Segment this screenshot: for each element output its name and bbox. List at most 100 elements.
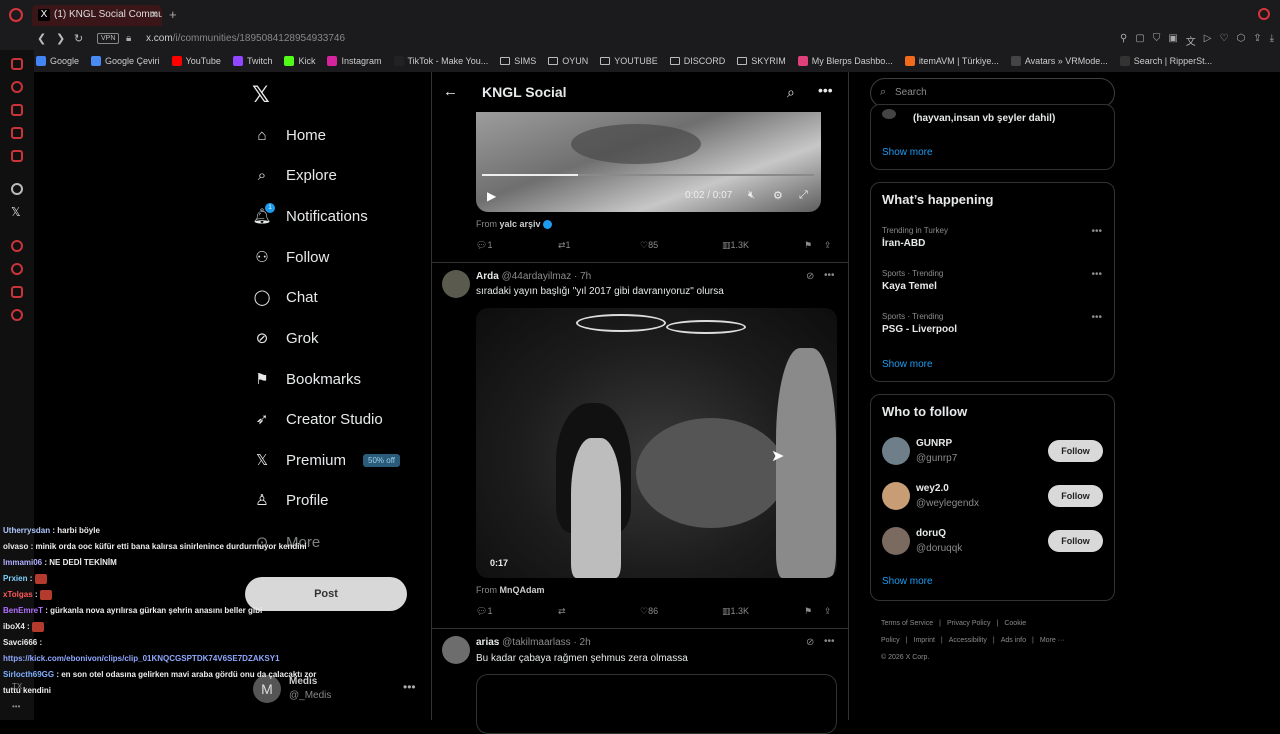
- bookmark-item[interactable]: SIMS: [500, 56, 536, 66]
- bookmark-item[interactable]: Instagram: [327, 56, 382, 66]
- snapshot-icon[interactable]: ▢: [1135, 33, 1144, 48]
- nav-item-notifications[interactable]: 🔔︎ 1 Notifications: [252, 201, 368, 231]
- views-button[interactable]: ▥ 1.3K: [722, 606, 749, 617]
- bookmark-item[interactable]: Search | RipperSt...: [1119, 56, 1212, 66]
- tweet1-source[interactable]: From yalc arşiv: [476, 219, 552, 230]
- user-name[interactable]: doruQ: [916, 528, 946, 539]
- footer-link[interactable]: Privacy Policy: [947, 620, 991, 627]
- url-field[interactable]: x.com/i/communities/1895084128954933746: [146, 33, 345, 44]
- tweet1-video[interactable]: [476, 112, 821, 212]
- show-more-link[interactable]: Show more: [882, 147, 933, 158]
- nav-item-grok[interactable]: ⊘ Grok: [253, 323, 319, 353]
- sidebar-app-icon[interactable]: [11, 81, 23, 93]
- tweet2-author[interactable]: Arda @44ardayilmaz · 7h: [476, 271, 591, 282]
- grok-icon[interactable]: ⊘: [806, 637, 814, 648]
- trend-name[interactable]: Kaya Temel: [882, 281, 937, 292]
- more-dots-icon[interactable]: •••: [824, 636, 835, 647]
- repost-button[interactable]: ⇄: [558, 606, 566, 617]
- new-tab-icon[interactable]: +: [169, 7, 177, 22]
- repost-button[interactable]: ⇄ 1: [558, 240, 571, 251]
- bookmark-item[interactable]: TikTok - Make You...: [393, 56, 488, 66]
- box-icon[interactable]: ▣: [1168, 33, 1177, 48]
- views-button[interactable]: ▥ 1.3K: [722, 240, 749, 251]
- tab-close-icon[interactable]: ✕: [150, 10, 158, 21]
- reply-button[interactable]: 💬︎ 1: [476, 240, 492, 251]
- trend-name[interactable]: İran-ABD: [882, 238, 925, 249]
- bookmark-icon[interactable]: ⚑: [804, 606, 812, 617]
- shield-icon[interactable]: ⛉: [1153, 33, 1161, 48]
- share-icon[interactable]: ⇪: [1253, 33, 1261, 48]
- trend-name[interactable]: PSG - Liverpool: [882, 324, 957, 335]
- back-icon[interactable]: ❮: [37, 32, 46, 45]
- history-icon[interactable]: [11, 263, 23, 275]
- bookmark-icon[interactable]: ⚑: [804, 240, 812, 251]
- follow-button[interactable]: Follow: [1048, 485, 1103, 507]
- avatar[interactable]: [882, 437, 910, 465]
- heart-icon[interactable]: ♡: [1219, 33, 1228, 48]
- avatar[interactable]: [882, 527, 910, 555]
- grok-icon[interactable]: ⊘: [806, 271, 814, 282]
- mute-icon[interactable]: 🔇︎: [748, 189, 755, 202]
- user-name[interactable]: wey2.0: [916, 483, 949, 494]
- avatar[interactable]: [882, 482, 910, 510]
- sidebar-app-icon[interactable]: [11, 58, 23, 70]
- tweet3-author[interactable]: arias @takilmaarlass · 2h: [476, 637, 591, 648]
- chat-link[interactable]: https://kick.com/ebonivon/clips/clip_01K…: [3, 654, 280, 663]
- search-icon[interactable]: ⌕: [787, 84, 795, 101]
- footer-link[interactable]: Imprint: [914, 637, 935, 644]
- like-button[interactable]: ♡ 86: [640, 606, 658, 617]
- sidebar-app-icon[interactable]: [11, 104, 23, 116]
- nav-item-explore[interactable]: ⌕ Explore: [253, 160, 337, 190]
- tweet2-source[interactable]: From MnQAdam: [476, 585, 545, 595]
- settings-icon[interactable]: [11, 309, 23, 321]
- follow-button[interactable]: Follow: [1048, 530, 1103, 552]
- bookmark-item[interactable]: DISCORD: [669, 56, 725, 66]
- more-dots-icon[interactable]: •••: [818, 82, 833, 98]
- pin-icon[interactable]: ⚲: [1120, 33, 1127, 48]
- share-icon[interactable]: ⇪: [824, 240, 832, 251]
- more-dots-icon[interactable]: •••: [1091, 269, 1102, 280]
- x-logo-icon[interactable]: 𝕏: [252, 82, 270, 108]
- nav-item-follow[interactable]: ⚇ Follow: [253, 242, 329, 272]
- video-settings-icon[interactable]: ⚙: [773, 189, 783, 202]
- bookmark-item[interactable]: Twitch: [232, 56, 272, 66]
- back-arrow-icon[interactable]: ←: [443, 83, 458, 100]
- more-dots-icon[interactable]: •••: [1091, 312, 1102, 323]
- translate-icon[interactable]: 文: [1186, 33, 1196, 48]
- sidebar-app-icon[interactable]: [11, 150, 23, 162]
- bookmark-item[interactable]: YouTube: [171, 56, 221, 66]
- footer-link[interactable]: More ···: [1040, 637, 1065, 644]
- lock-icon[interactable]: 🔒︎: [126, 33, 131, 44]
- user-name[interactable]: GUNRP: [916, 438, 952, 449]
- avatar[interactable]: [442, 270, 470, 298]
- search-tabs-icon[interactable]: [1258, 8, 1270, 20]
- fullscreen-icon[interactable]: ⤢: [799, 189, 808, 202]
- bookmark-item[interactable]: My Blerps Dashbo...: [797, 56, 893, 66]
- bookmark-item[interactable]: Google Çeviri: [91, 56, 160, 66]
- show-more-link[interactable]: Show more: [882, 576, 933, 587]
- nav-item-bookmarks[interactable]: ⚑ Bookmarks: [253, 364, 361, 394]
- bookmark-item[interactable]: YOUTUBE: [600, 56, 658, 66]
- bookmark-item[interactable]: OYUN: [548, 56, 588, 66]
- forward-icon[interactable]: ❯: [56, 32, 65, 45]
- more-dots-icon[interactable]: •••: [824, 270, 835, 281]
- x-sidebar-icon[interactable]: 𝕏: [11, 205, 21, 219]
- browser-tab[interactable]: X (1) KNGL Social Communit: [32, 5, 162, 26]
- play-icon[interactable]: ▶: [487, 189, 496, 203]
- bookmark-item[interactable]: Avatars » VRMode...: [1010, 56, 1108, 66]
- play-ext-icon[interactable]: ▷: [1204, 33, 1212, 48]
- bookmark-item[interactable]: Kick: [284, 56, 315, 66]
- sidebar-app-icon[interactable]: [11, 240, 23, 252]
- nav-item-premium[interactable]: 𝕏 Premium 50% off: [253, 445, 400, 475]
- nav-item-chat[interactable]: ◯ Chat: [253, 282, 318, 312]
- chatgpt-icon[interactable]: [11, 183, 23, 195]
- nav-item-profile[interactable]: ♙ Profile: [253, 485, 328, 515]
- puzzle-icon[interactable]: ⬡: [1236, 33, 1245, 48]
- vpn-badge[interactable]: VPN: [97, 33, 120, 44]
- bookmark-item[interactable]: Google: [36, 56, 79, 66]
- footer-link[interactable]: Accessibility: [949, 637, 987, 644]
- avatar[interactable]: [442, 636, 470, 664]
- nav-item-creator-studio[interactable]: ➶ Creator Studio: [253, 404, 383, 434]
- footer-link[interactable]: Terms of Service: [881, 620, 933, 627]
- footer-link[interactable]: Ads info: [1001, 637, 1026, 644]
